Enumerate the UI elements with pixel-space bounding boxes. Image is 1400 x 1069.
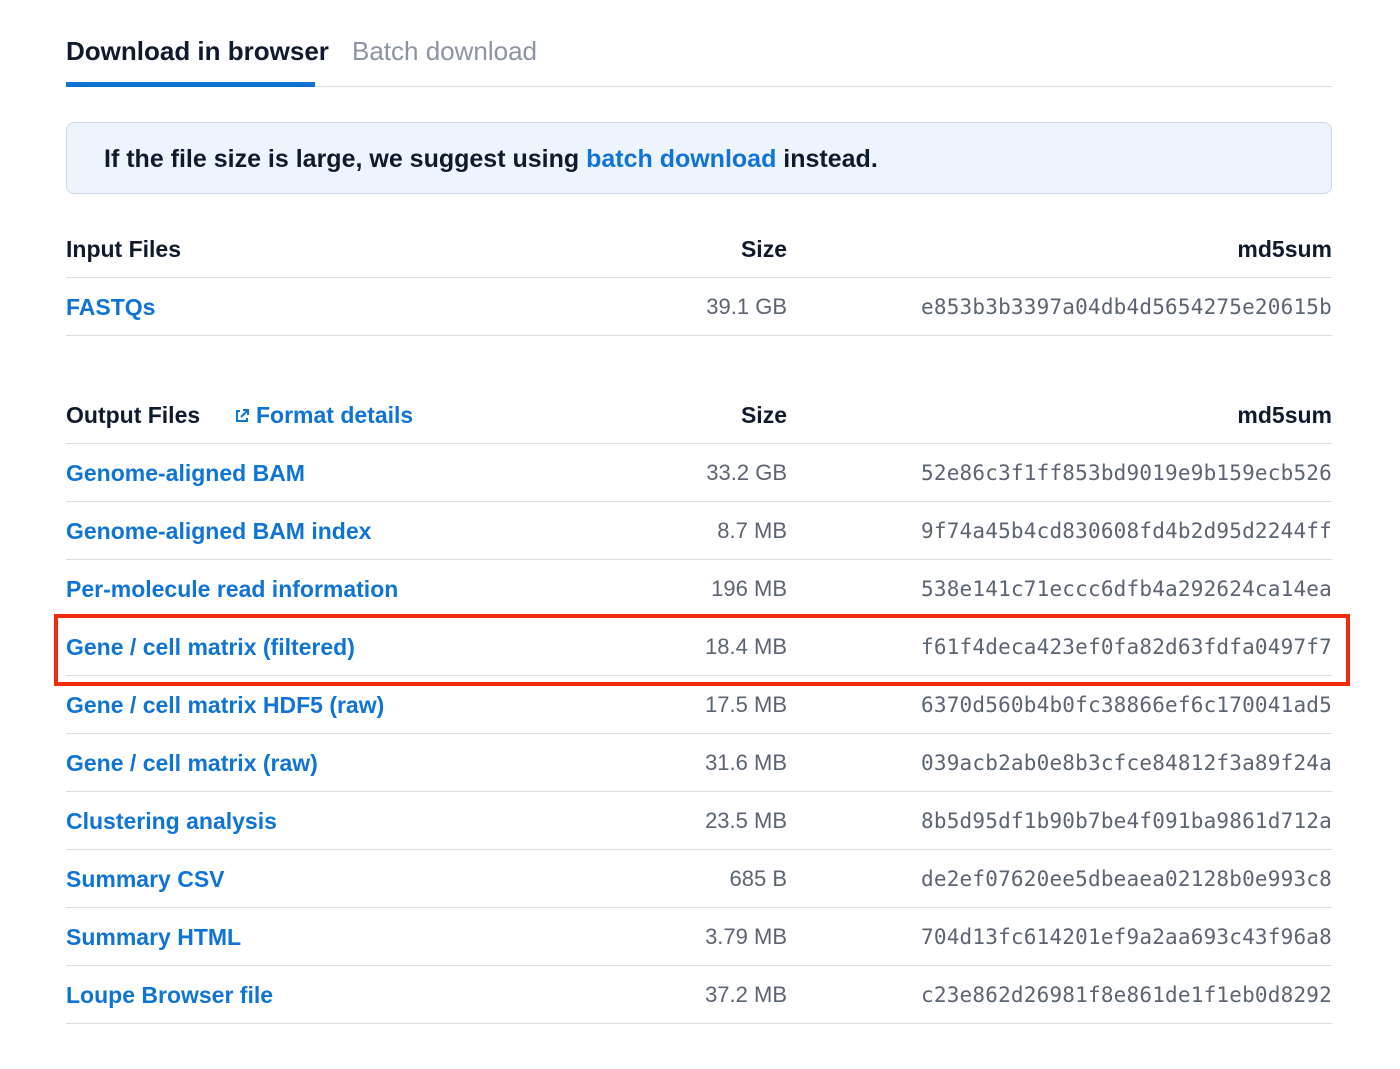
file-link[interactable]: Per-molecule read information xyxy=(66,560,398,618)
file-md5: 6370d560b4b0fc38866ef6c170041ad5 xyxy=(921,693,1332,717)
active-tab-indicator xyxy=(66,82,315,87)
file-link[interactable]: Gene / cell matrix (raw) xyxy=(66,734,318,792)
notice-suffix: instead. xyxy=(776,145,878,173)
file-size: 196 MB xyxy=(711,576,787,601)
input-files-header: Input Files Size md5sum xyxy=(66,220,1332,278)
file-size: 18.4 MB xyxy=(705,634,787,659)
batch-download-notice: If the file size is large, we suggest us… xyxy=(66,122,1332,194)
file-md5: f61f4deca423ef0fa82d63fdfa0497f7 xyxy=(921,635,1332,659)
table-row: FASTQs 39.1 GB e853b3b3397a04db4d5654275… xyxy=(66,278,1332,336)
file-size: 23.5 MB xyxy=(705,808,787,833)
file-md5: 9f74a45b4cd830608fd4b2d95d2244ff xyxy=(921,519,1332,543)
file-link[interactable]: Genome-aligned BAM index xyxy=(66,502,371,560)
table-row: Genome-aligned BAM 33.2 GB 52e86c3f1ff85… xyxy=(66,444,1332,502)
tab-batch-download[interactable]: Batch download xyxy=(352,34,537,68)
md5-column-header: md5sum xyxy=(1237,236,1332,262)
file-size: 3.79 MB xyxy=(705,924,787,949)
file-md5: de2ef07620ee5dbeaea02128b0e993c8 xyxy=(921,867,1332,891)
file-md5: 538e141c71eccc6dfb4a292624ca14ea xyxy=(921,577,1332,601)
output-files-header: Output Files Format details Size md5sum xyxy=(66,386,1332,444)
output-files-heading: Output Files xyxy=(66,402,201,428)
file-link[interactable]: Gene / cell matrix (filtered) xyxy=(66,618,355,676)
file-link[interactable]: Summary CSV xyxy=(66,850,225,908)
size-column-header: Size xyxy=(740,402,787,428)
table-row: Clustering analysis 23.5 MB 8b5d95df1b90… xyxy=(66,792,1332,850)
table-row-highlighted: Gene / cell matrix (filtered) 18.4 MB f6… xyxy=(66,618,1332,676)
file-md5: 8b5d95df1b90b7be4f091ba9861d712a xyxy=(921,809,1332,833)
file-md5: 039acb2ab0e8b3cfce84812f3a89f24a xyxy=(921,751,1332,775)
format-details-link[interactable]: Format details xyxy=(234,386,413,444)
file-link[interactable]: Clustering analysis xyxy=(66,792,277,850)
file-md5: 704d13fc614201ef9a2aa693c43f96a8 xyxy=(921,925,1332,949)
file-size: 31.6 MB xyxy=(705,750,787,775)
file-link[interactable]: Loupe Browser file xyxy=(66,966,273,1024)
table-row: Loupe Browser file 37.2 MB c23e862d26981… xyxy=(66,966,1332,1024)
table-row: Gene / cell matrix (raw) 31.6 MB 039acb2… xyxy=(66,734,1332,792)
file-size: 39.1 GB xyxy=(706,294,787,319)
file-link[interactable]: Gene / cell matrix HDF5 (raw) xyxy=(66,676,384,734)
file-md5: e853b3b3397a04db4d5654275e20615b xyxy=(921,295,1332,319)
input-files-table: Input Files Size md5sum FASTQs 39.1 GB e… xyxy=(66,220,1332,336)
file-link[interactable]: Genome-aligned BAM xyxy=(66,444,305,502)
table-row: Summary CSV 685 B de2ef07620ee5dbeaea021… xyxy=(66,850,1332,908)
file-md5: c23e862d26981f8e861de1f1eb0d8292 xyxy=(921,983,1332,1007)
input-files-heading: Input Files xyxy=(66,236,181,262)
tab-download-in-browser[interactable]: Download in browser xyxy=(66,34,329,68)
table-row: Genome-aligned BAM index 8.7 MB 9f74a45b… xyxy=(66,502,1332,560)
file-link[interactable]: Summary HTML xyxy=(66,908,241,966)
table-row: Gene / cell matrix HDF5 (raw) 17.5 MB 63… xyxy=(66,676,1332,734)
format-details-label: Format details xyxy=(256,402,414,428)
md5-column-header: md5sum xyxy=(1237,402,1332,428)
output-files-table: Output Files Format details Size md5sum … xyxy=(66,386,1332,1024)
external-link-icon xyxy=(236,409,249,422)
file-md5: 52e86c3f1ff853bd9019e9b159ecb526 xyxy=(921,461,1332,485)
table-row: Per-molecule read information 196 MB 538… xyxy=(66,560,1332,618)
size-column-header: Size xyxy=(740,236,787,262)
notice-prefix: If the file size is large, we suggest us… xyxy=(104,145,587,173)
file-size: 37.2 MB xyxy=(705,982,787,1007)
file-link[interactable]: FASTQs xyxy=(66,278,155,336)
file-size: 33.2 GB xyxy=(706,460,787,485)
table-row: Summary HTML 3.79 MB 704d13fc614201ef9a2… xyxy=(66,908,1332,966)
file-size: 685 B xyxy=(729,866,788,891)
file-size: 8.7 MB xyxy=(717,518,787,543)
download-tabs: Download in browser Batch download xyxy=(66,0,1332,87)
file-size: 17.5 MB xyxy=(705,692,787,717)
batch-download-link[interactable]: batch download xyxy=(586,145,776,173)
download-page: Download in browser Batch download If th… xyxy=(66,0,1332,1024)
